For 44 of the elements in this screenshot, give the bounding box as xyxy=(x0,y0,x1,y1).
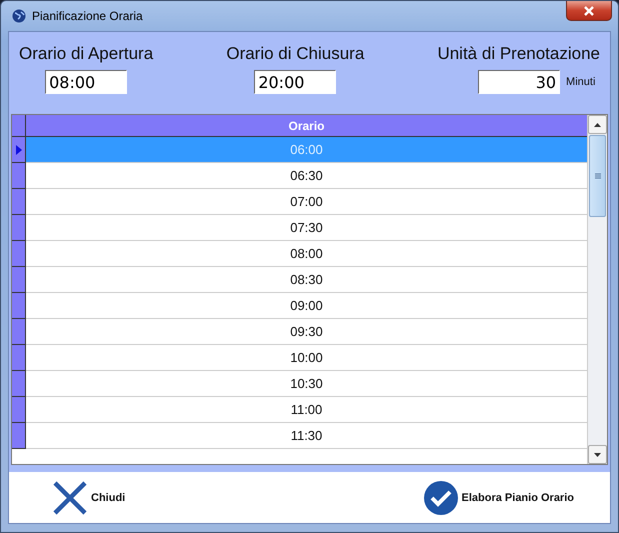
time-cell[interactable]: 11:30 xyxy=(26,423,587,449)
column-header[interactable]: Orario xyxy=(26,115,587,136)
row-selector[interactable] xyxy=(12,319,26,345)
row-selector[interactable] xyxy=(12,189,26,215)
time-cell[interactable]: 10:30 xyxy=(26,371,587,397)
row-selector[interactable] xyxy=(12,423,26,449)
row-selector[interactable] xyxy=(12,215,26,241)
input-field[interactable]: 20:00 xyxy=(254,70,336,94)
field-label: Orario di Apertura xyxy=(19,44,154,64)
time-cell[interactable]: 08:00 xyxy=(26,241,587,267)
row-selector[interactable] xyxy=(12,345,26,371)
field-label: Orario di Chiusura xyxy=(226,44,364,64)
row-selector[interactable] xyxy=(12,397,26,423)
process-button[interactable]: Elabora Pianio Orario xyxy=(424,480,574,514)
close-icon xyxy=(583,6,595,16)
scrollbar[interactable] xyxy=(587,115,607,464)
row-pointer-icon xyxy=(16,144,22,154)
scroll-up-icon xyxy=(594,122,601,126)
unit-label: Minuti xyxy=(566,76,596,88)
time-cell[interactable]: 11:00 xyxy=(26,397,587,423)
row-selector[interactable] xyxy=(12,293,26,319)
time-cell[interactable]: 09:30 xyxy=(26,319,587,345)
row-selector[interactable] xyxy=(12,371,26,397)
window-title: Pianificazione Oraria xyxy=(32,9,143,23)
row-selector[interactable] xyxy=(12,267,26,293)
globe-icon xyxy=(12,9,26,23)
row-selector[interactable] xyxy=(12,163,26,189)
time-cell[interactable]: 07:30 xyxy=(26,215,587,241)
close-button[interactable]: Chiudi xyxy=(53,480,126,514)
time-cell[interactable]: 06:30 xyxy=(26,163,587,189)
input-field[interactable]: 30 xyxy=(478,70,560,94)
time-cell[interactable]: 07:00 xyxy=(26,189,587,215)
checkmark-icon xyxy=(424,480,458,514)
cross-icon xyxy=(53,480,87,514)
input-field[interactable]: 08:00 xyxy=(45,70,128,94)
field-label: Unità di Prenotazione xyxy=(437,44,600,64)
close-button[interactable] xyxy=(566,1,612,21)
row-selector[interactable] xyxy=(12,137,26,163)
time-cell[interactable]: 09:00 xyxy=(26,293,587,319)
time-cell[interactable]: 08:30 xyxy=(26,267,587,293)
grip-icon xyxy=(594,173,600,179)
scroll-down-icon xyxy=(594,452,601,456)
row-selector[interactable] xyxy=(12,241,26,267)
time-cell[interactable]: 10:00 xyxy=(26,345,587,371)
